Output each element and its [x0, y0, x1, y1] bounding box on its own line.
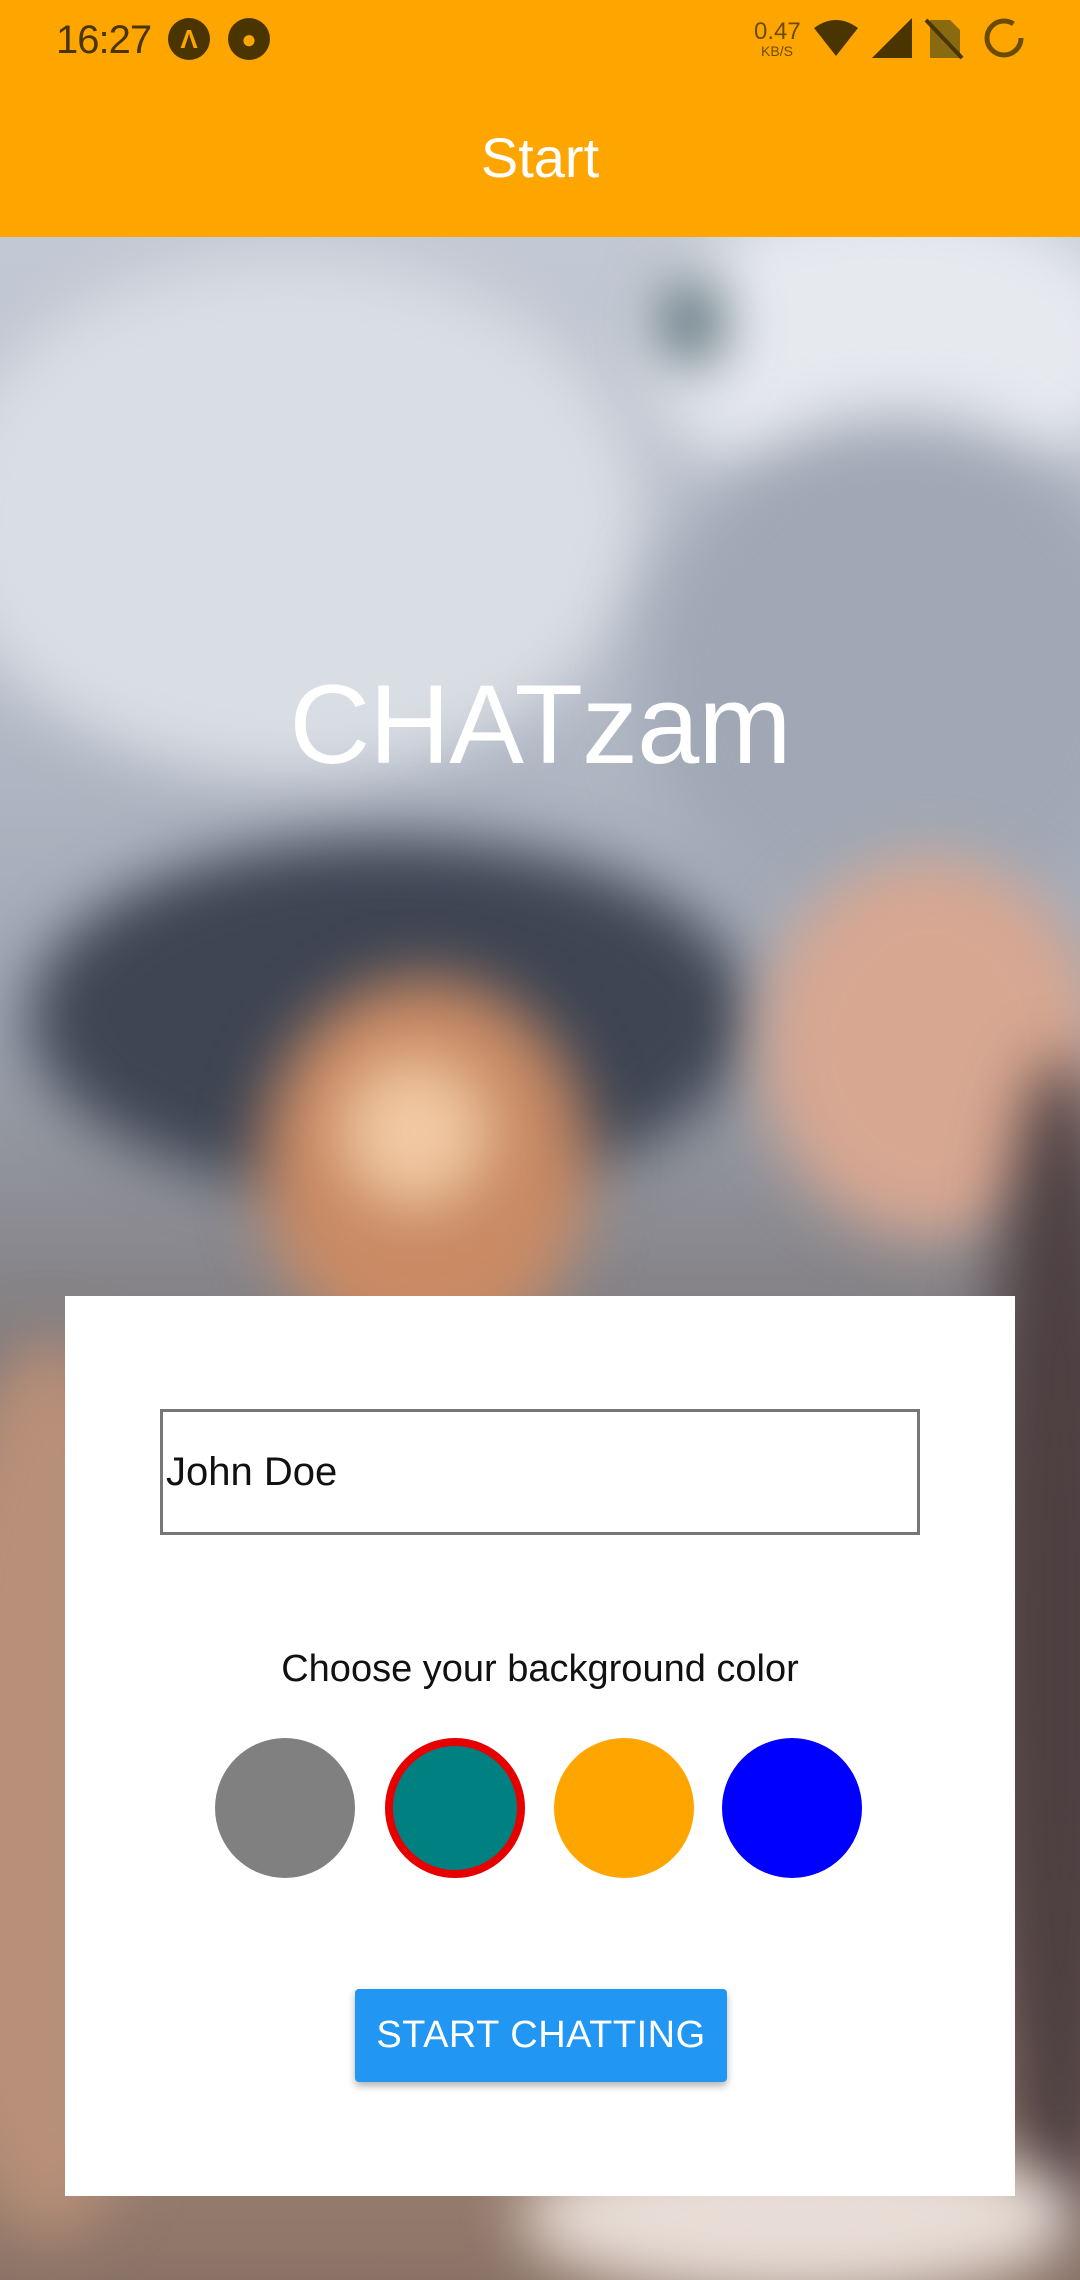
no-sim-icon	[924, 18, 964, 60]
battery-icon	[984, 18, 1024, 58]
app-bar: Start	[0, 78, 1080, 237]
start-chatting-button[interactable]: START CHATTING	[355, 1989, 727, 2082]
start-form-card: Choose your background color START CHATT…	[65, 1296, 1015, 2196]
color-swatch-gray[interactable]	[215, 1738, 355, 1878]
status-bar: 16:27 Λ ● 0.47 KB/S	[0, 0, 1080, 78]
color-prompt-label: Choose your background color	[281, 1648, 799, 1690]
color-swatch-blue[interactable]	[722, 1738, 862, 1878]
app-brand-title: CHATzam	[289, 662, 791, 787]
network-speed-value: 0.47	[754, 18, 801, 45]
cell-signal-icon	[872, 18, 912, 58]
app-bar-title: Start	[480, 126, 600, 189]
color-swatch-orange[interactable]	[554, 1738, 694, 1878]
name-input[interactable]	[160, 1409, 920, 1535]
app-b-icon: ●	[228, 18, 270, 60]
wifi-icon	[814, 20, 858, 56]
network-speed: 0.47 KB/S	[754, 18, 801, 59]
network-speed-unit: KB/S	[761, 43, 793, 59]
app-a-icon: Λ	[168, 18, 210, 60]
status-time: 16:27	[56, 18, 152, 62]
color-swatch-teal[interactable]	[385, 1738, 525, 1878]
